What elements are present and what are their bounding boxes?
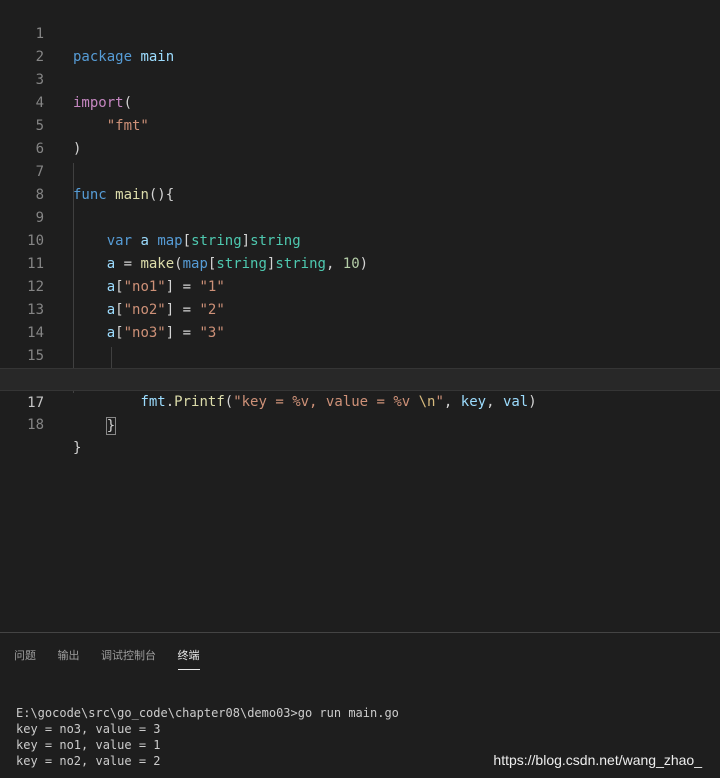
tab-problems[interactable]: 问题 <box>14 647 36 669</box>
code-line-1[interactable]: 1 package main <box>0 0 720 65</box>
panel-tabs: 问题 输出 调试控制台 终端 <box>14 647 218 675</box>
code-line-15[interactable]: 15 for key, val := range a{ <box>0 322 720 388</box>
line-number: 18 <box>27 417 44 433</box>
tab-output[interactable]: 输出 <box>58 647 80 669</box>
terminal-line: key = no2, value = 2 <box>16 754 161 768</box>
code-line-8[interactable]: 8 <box>0 161 720 203</box>
code-line-6[interactable]: 6 <box>0 115 720 157</box>
code-line-16[interactable]: 16 fmt.Printf("key = %v, value = %v \n",… <box>0 345 720 410</box>
code-line-5[interactable]: 5 ) <box>0 92 720 157</box>
code-editor[interactable]: 1 package main 2 3 import( 4 "fmt" 5 ) 6… <box>0 0 720 632</box>
code-line-7[interactable]: 7 func main(){ <box>0 138 720 203</box>
code-line-9[interactable]: 9 var a map[string]string <box>0 184 720 249</box>
code-text[interactable]: } <box>73 437 81 460</box>
code-line-18[interactable]: 18 } <box>0 391 720 456</box>
watermark: https://blog.csdn.net/wang_zhao_ <box>493 752 702 768</box>
code-text[interactable]: } <box>73 415 117 438</box>
tab-terminal[interactable]: 终端 <box>177 647 200 670</box>
code-line-3[interactable]: 3 import( <box>0 46 720 111</box>
code-line-4[interactable]: 4 "fmt" <box>0 69 720 134</box>
tab-debug-console[interactable]: 调试控制台 <box>101 647 156 669</box>
terminal-line: key = no1, value = 1 <box>16 738 161 752</box>
terminal-output[interactable]: E:\gocode\src\go_code\chapter08\demo03>g… <box>16 705 399 769</box>
code-line-11[interactable]: 11 a["no1"] = "1" <box>0 230 720 295</box>
terminal-line: key = no3, value = 3 <box>16 722 161 736</box>
code-line-13[interactable]: 13 a["no3"] = "3" <box>0 276 720 341</box>
code-line-2[interactable]: 2 <box>0 23 720 65</box>
bottom-panel: 问题 输出 调试控制台 终端 E:\gocode\src\go_code\cha… <box>0 632 720 778</box>
code-line-14[interactable]: 14 <box>0 299 720 341</box>
code-line-17-current[interactable]: 17 } <box>0 368 720 435</box>
terminal-line: E:\gocode\src\go_code\chapter08\demo03>g… <box>16 706 399 720</box>
code-line-12[interactable]: 12 a["no2"] = "2" <box>0 253 720 318</box>
code-line-10[interactable]: 10 a = make(map[string]string, 10) <box>0 207 720 272</box>
